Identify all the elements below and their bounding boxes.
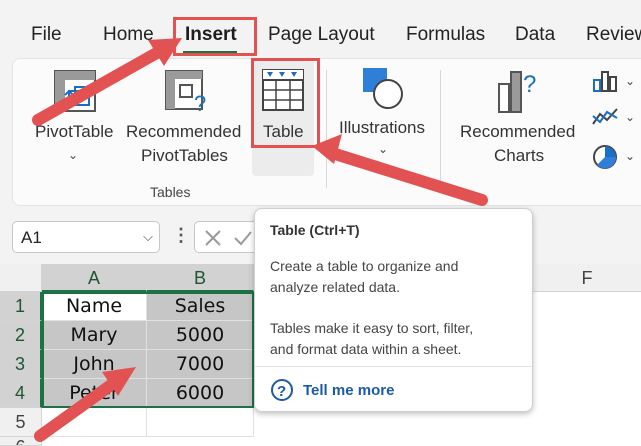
tooltip-desc-2b: and format data within a sheet. (270, 341, 462, 357)
tooltip-desc-1b: analyze related data. (270, 279, 400, 295)
tooltip-desc-2a: Tables make it easy to sort, filter, (270, 320, 474, 336)
row-header-5[interactable]: 5 (0, 408, 42, 437)
row-header-4[interactable]: 4 (0, 379, 42, 408)
column-f-cells[interactable] (533, 292, 641, 446)
recommended-charts-label-1[interactable]: Recommended (460, 120, 575, 144)
row-header-3[interactable]: 3 (0, 350, 42, 379)
column-header-f[interactable]: F (533, 264, 641, 292)
cell-a3[interactable]: John (42, 350, 147, 379)
illustrations-chevron-down-icon[interactable]: ⌄ (378, 142, 388, 156)
cell-a1[interactable]: Name (42, 292, 147, 321)
insert-tab-highlight (173, 17, 257, 56)
illustrations-icon[interactable] (360, 66, 408, 110)
illustrations-label[interactable]: Illustrations (339, 116, 425, 140)
help-icon[interactable]: ? (270, 378, 294, 402)
recommended-pivottables-label-1[interactable]: Recommended (126, 120, 241, 144)
svg-text:?: ? (523, 71, 536, 98)
name-box-value: A1 (21, 228, 42, 247)
group-separator-2 (440, 70, 441, 188)
pie-chart-chevron-icon[interactable]: ⌄ (625, 149, 635, 163)
row-header-2[interactable]: 2 (0, 321, 42, 350)
enter-icon[interactable] (233, 228, 253, 248)
svg-text:?: ? (194, 91, 206, 115)
pie-chart-icon[interactable] (592, 144, 618, 170)
cell-b1[interactable]: Sales (147, 292, 254, 321)
cell-a5[interactable] (42, 408, 147, 437)
cell-b4[interactable]: 6000 (147, 379, 254, 408)
group-separator (326, 70, 327, 188)
recommended-pivottables-icon[interactable]: ? (164, 69, 210, 115)
tab-home[interactable]: Home (103, 24, 154, 46)
table-button-highlight (251, 58, 320, 148)
cell-b3[interactable]: 7000 (147, 350, 254, 379)
table-tooltip: Table (Ctrl+T) Create a table to organiz… (254, 208, 533, 412)
cell-a4[interactable]: Peter (42, 379, 147, 408)
tooltip-desc-1a: Create a table to organize and (270, 258, 459, 274)
pivottable-chevron-down-icon[interactable]: ⌄ (68, 148, 78, 162)
line-chart-chevron-icon[interactable]: ⌄ (625, 110, 635, 124)
menu-bar: File Home Insert Page Layout Formulas Da… (0, 0, 641, 56)
recommended-charts-icon[interactable]: ? (495, 66, 543, 114)
tables-group-label: Tables (150, 184, 191, 200)
tab-data[interactable]: Data (515, 24, 555, 46)
tab-review[interactable]: Review (586, 24, 641, 46)
column-header-a[interactable]: A (42, 264, 147, 292)
tab-formulas[interactable]: Formulas (406, 24, 485, 46)
recommended-charts-label-2[interactable]: Charts (494, 144, 544, 168)
tooltip-divider (255, 366, 532, 367)
pivottable-label[interactable]: PivotTable (35, 120, 113, 144)
column-chart-chevron-icon[interactable]: ⌄ (625, 74, 635, 88)
row-header-1[interactable]: 1 (0, 292, 42, 321)
row-header-6[interactable]: 6 (0, 437, 42, 446)
cancel-icon[interactable] (203, 228, 223, 248)
name-box[interactable]: A1 ⌵ (12, 221, 160, 253)
tab-page-layout[interactable]: Page Layout (268, 24, 375, 46)
column-chart-icon[interactable] (592, 70, 618, 92)
more-options-icon[interactable]: ⋮ (172, 225, 190, 246)
recommended-pivottables-label-2[interactable]: PivotTables (141, 144, 228, 168)
svg-text:?: ? (277, 383, 286, 400)
cell-a2[interactable]: Mary (42, 321, 147, 350)
column-header-b[interactable]: B (147, 264, 254, 292)
tell-me-more-link[interactable]: Tell me more (303, 382, 394, 399)
line-chart-icon[interactable] (591, 106, 619, 128)
cell-b2[interactable]: 5000 (147, 321, 254, 350)
name-box-chevron-down-icon[interactable]: ⌵ (143, 229, 153, 245)
tooltip-title: Table (Ctrl+T) (270, 222, 360, 238)
cell-b5[interactable] (147, 408, 254, 437)
pivottable-icon[interactable] (53, 69, 97, 113)
select-all-corner[interactable] (0, 264, 42, 292)
tab-file[interactable]: File (31, 24, 62, 46)
